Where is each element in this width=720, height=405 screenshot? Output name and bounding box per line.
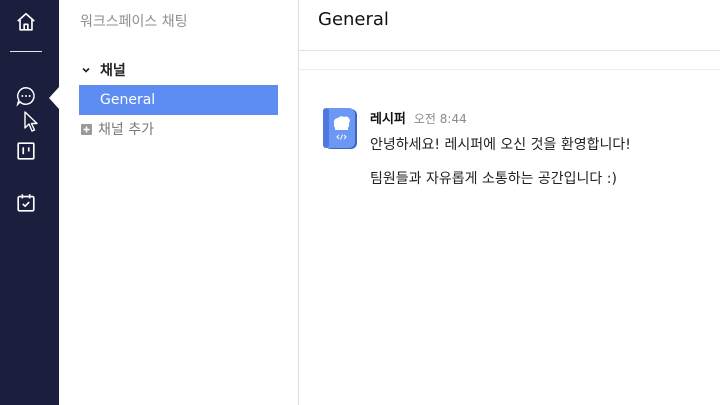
add-channel-label: 채널 추가 bbox=[98, 122, 154, 138]
mouse-cursor-icon bbox=[24, 111, 38, 132]
message-text: 안녕하세요! 레시퍼에 오신 것을 환영합니다! bbox=[370, 137, 631, 153]
workspace-title: 워크스페이스 채팅 bbox=[80, 14, 188, 30]
channel-item-general[interactable]: General bbox=[79, 85, 278, 115]
rail-divider bbox=[10, 51, 42, 52]
section-title: 채널 bbox=[100, 63, 126, 79]
chevron-down-icon bbox=[82, 67, 90, 73]
chat-header: General bbox=[299, 0, 720, 51]
home-icon[interactable] bbox=[13, 9, 39, 35]
message-time: 오전 8:44 bbox=[413, 112, 467, 126]
divider bbox=[299, 69, 720, 70]
board-icon[interactable] bbox=[13, 138, 39, 164]
channel-item-label: General bbox=[100, 92, 156, 108]
channel-section-toggle[interactable]: 채널 bbox=[81, 60, 126, 80]
message-text: 팀원들과 자유롭게 소통하는 공간입니다 :) bbox=[370, 171, 617, 187]
chat-main: General 레시퍼 오전 8:44 안녕하세요! 레시퍼에 오신 것을 환영… bbox=[299, 0, 720, 405]
calendar-icon[interactable] bbox=[13, 190, 39, 216]
app-rail bbox=[0, 0, 59, 405]
channel-sidebar: 워크스페이스 채팅 채널 General 채널 추가 bbox=[59, 0, 299, 405]
active-indicator bbox=[49, 87, 59, 109]
page-title: General bbox=[318, 9, 389, 30]
chef-book-avatar-icon bbox=[323, 108, 357, 149]
message-author: 레시퍼 bbox=[370, 112, 406, 127]
add-channel-button[interactable]: 채널 추가 bbox=[81, 119, 154, 139]
plus-icon bbox=[81, 123, 92, 135]
chat-icon[interactable] bbox=[13, 83, 39, 109]
